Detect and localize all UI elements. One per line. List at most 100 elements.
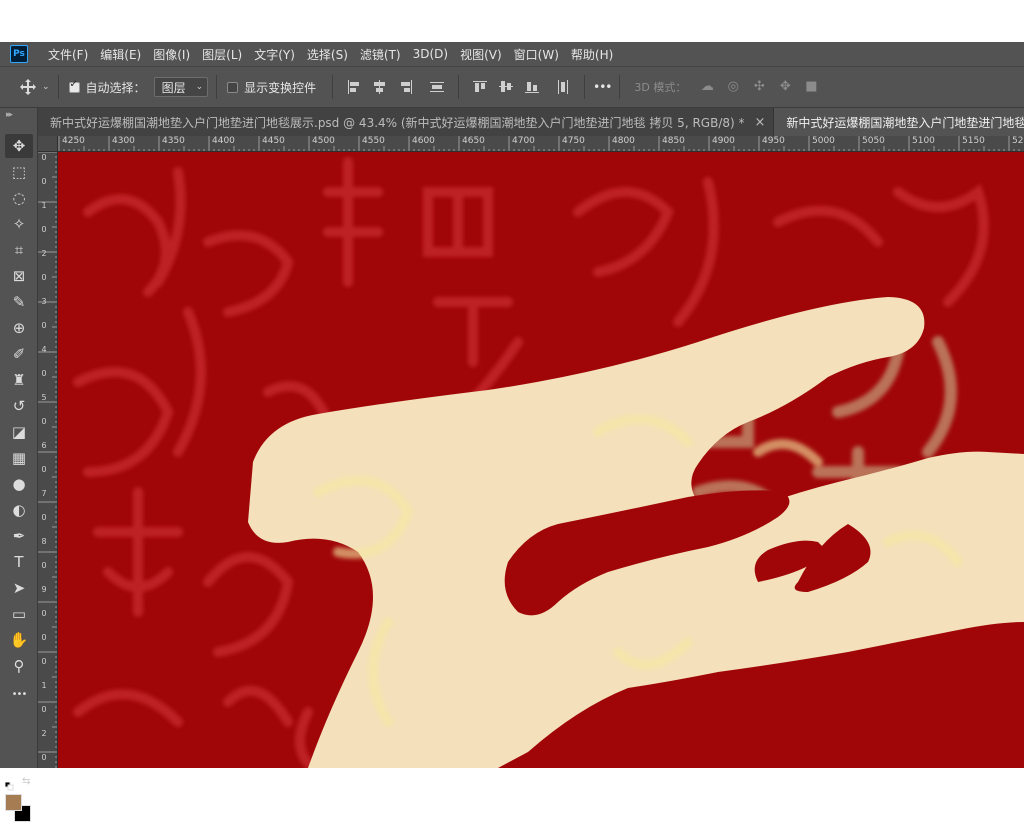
auto-select-target-value: 图层 bbox=[161, 80, 186, 95]
menu-edit[interactable]: 编辑(E) bbox=[100, 46, 141, 63]
eyedropper-tool[interactable]: ✎ bbox=[5, 290, 33, 314]
align-vertical-center-icon[interactable] bbox=[498, 79, 514, 95]
menu-help[interactable]: 帮助(H) bbox=[571, 46, 613, 63]
swap-colors-icon[interactable]: ⇆ bbox=[22, 776, 30, 787]
rectangle-tool[interactable]: ▭ bbox=[5, 602, 33, 626]
menu-file[interactable]: 文件(F) bbox=[48, 46, 88, 63]
ruler-tick-label: 4400 bbox=[212, 136, 235, 146]
photoshop-logo-icon[interactable]: Ps bbox=[10, 45, 28, 63]
document-tab-active[interactable]: 新中式好运爆棚国潮地垫入户门地垫进门地毯 bbox=[774, 108, 1024, 136]
auto-select-checkbox[interactable] bbox=[68, 79, 80, 93]
tab-title: 新中式好运爆棚国潮地垫入户门地垫进门地毯 bbox=[786, 115, 1024, 130]
ruler-tick-label: 5100 bbox=[912, 136, 935, 146]
menu-window[interactable]: 窗口(W) bbox=[514, 46, 559, 63]
align-bottom-icon[interactable] bbox=[524, 79, 540, 95]
ruler-origin[interactable] bbox=[38, 136, 58, 152]
ruler-tick-label: 7 bbox=[41, 489, 47, 498]
ruler-tick-label: 0 bbox=[41, 321, 47, 330]
gradient-tool[interactable]: ▦ bbox=[5, 446, 33, 470]
distribute-vertical-icon[interactable] bbox=[429, 79, 445, 95]
blur-icon: ● bbox=[12, 475, 26, 493]
ruler-tick-label: 0 bbox=[41, 465, 47, 474]
horizontal-ruler[interactable]: 4250 4300 4350 4400 4450 4500 4550 4600 4650 4700… bbox=[58, 136, 1024, 152]
ruler-tick-label: 0 bbox=[41, 513, 47, 522]
align-horizontal-center-icon[interactable] bbox=[372, 79, 388, 95]
crop-tool[interactable]: ⌗ bbox=[5, 238, 33, 262]
brush-tool[interactable]: ✐ bbox=[5, 342, 33, 366]
ruler-tick-label: 0 bbox=[41, 369, 47, 378]
auto-select-target-dropdown[interactable]: 图层 ⌄ bbox=[153, 77, 209, 97]
ruler-tick-label: 0 bbox=[41, 609, 47, 618]
hand-icon: ✋ bbox=[9, 631, 29, 649]
foreground-color-swatch[interactable] bbox=[5, 794, 22, 811]
magic-wand-tool[interactable]: ✧ bbox=[5, 212, 33, 236]
menu-3d[interactable]: 3D(D) bbox=[413, 47, 448, 61]
eraser-tool[interactable]: ◪ bbox=[5, 420, 33, 444]
align-top-icon[interactable] bbox=[472, 79, 488, 95]
clone-stamp-tool[interactable]: ♜ bbox=[5, 368, 33, 392]
lasso-tool[interactable]: ◌ bbox=[5, 186, 33, 210]
path-selection-tool[interactable]: ➤ bbox=[5, 576, 33, 600]
ruler-tick-label: 0 bbox=[41, 417, 47, 426]
move-icon[interactable] bbox=[20, 79, 36, 95]
ruler-tick-label: 6 bbox=[41, 441, 47, 450]
menu-image[interactable]: 图像(I) bbox=[153, 46, 190, 63]
ruler-tick-label: 3 bbox=[41, 297, 47, 306]
3d-drag-icon[interactable]: ✣ bbox=[750, 79, 768, 95]
menu-layer[interactable]: 图层(L) bbox=[202, 46, 242, 63]
separator bbox=[57, 75, 59, 99]
show-transform-checkbox[interactable] bbox=[227, 81, 239, 93]
ruler-tick-label: 4700 bbox=[512, 136, 535, 146]
menu-bar: Ps 文件(F) 编辑(E) 图像(I) 图层(L) 文字(Y) 选择(S) 滤… bbox=[0, 42, 1024, 66]
menu-view[interactable]: 视图(V) bbox=[460, 46, 502, 63]
ruler-tick-label: 0 bbox=[41, 561, 47, 570]
healing-brush-tool[interactable]: ⊕ bbox=[5, 316, 33, 340]
3d-slide-icon[interactable]: ✥ bbox=[776, 79, 794, 95]
pen-tool[interactable]: ✒ bbox=[5, 524, 33, 548]
marquee-tool[interactable]: ⬚ bbox=[5, 160, 33, 184]
type-tool[interactable]: T bbox=[5, 550, 33, 574]
frame-tool[interactable]: ⊠ bbox=[5, 264, 33, 288]
ruler-tick-label: 0 bbox=[41, 177, 47, 186]
zoom-icon: ⚲ bbox=[13, 657, 25, 675]
blur-tool[interactable]: ● bbox=[5, 472, 33, 496]
ruler-tick-label: 0 bbox=[41, 225, 47, 234]
align-right-icon[interactable] bbox=[398, 79, 414, 95]
3d-mode-label: 3D 模式： bbox=[634, 81, 687, 94]
separator bbox=[332, 75, 334, 99]
distribute-horizontal-icon[interactable] bbox=[555, 79, 571, 95]
hand-tool[interactable]: ✋ bbox=[5, 628, 33, 652]
zoom-tool[interactable]: ⚲ bbox=[5, 654, 33, 678]
default-colors-icon[interactable] bbox=[4, 776, 14, 791]
ruler-tick-label: 4550 bbox=[362, 136, 385, 146]
history-brush-tool[interactable]: ↺ bbox=[5, 394, 33, 418]
document-canvas[interactable] bbox=[58, 152, 1024, 768]
align-left-icon[interactable] bbox=[346, 79, 362, 95]
document-tab[interactable]: 新中式好运爆棚国潮地垫入户门地垫进门地毯展示.psd @ 43.4% (新中式好… bbox=[38, 108, 775, 136]
3d-roll-icon[interactable]: ◎ bbox=[724, 79, 742, 95]
vertical-ruler[interactable]: 0 0 1 0 2 0 3 0 4 0 5 0 6 0 7 0 8 0 9 0 0 0 1 0 2 0 bbox=[38, 152, 58, 768]
menu-type[interactable]: 文字(Y) bbox=[254, 46, 295, 63]
ruler-tick-label: 4750 bbox=[562, 136, 585, 146]
ruler-tick-label: 0 bbox=[41, 153, 47, 162]
ruler-tick-label: 2 bbox=[41, 249, 47, 258]
3d-orbit-icon[interactable]: ☁ bbox=[698, 79, 716, 95]
3d-scale-icon[interactable]: ■ bbox=[802, 79, 820, 95]
move-tool[interactable]: ✥ bbox=[5, 134, 33, 158]
close-icon[interactable]: × bbox=[755, 115, 766, 130]
dodge-tool[interactable]: ◐ bbox=[5, 498, 33, 522]
clone-stamp-icon: ♜ bbox=[12, 371, 26, 389]
ruler-tick-label: 4 bbox=[41, 345, 47, 354]
lasso-icon: ◌ bbox=[12, 189, 26, 207]
menu-select[interactable]: 选择(S) bbox=[307, 46, 348, 63]
healing-brush-icon: ⊕ bbox=[12, 319, 26, 337]
tool-preset-chevron-icon[interactable]: ⌄ bbox=[42, 82, 50, 92]
ruler-tick-label: 4350 bbox=[162, 136, 185, 146]
ruler-tick-label: 5050 bbox=[862, 136, 885, 146]
more-tools[interactable]: ••• bbox=[5, 682, 33, 706]
menu-filter[interactable]: 滤镜(T) bbox=[360, 46, 401, 63]
collapse-panel-icon[interactable]: ▸▸ bbox=[6, 110, 13, 120]
ruler-tick-label: 4850 bbox=[662, 136, 685, 146]
more-options-button[interactable]: ••• bbox=[593, 80, 612, 94]
ruler-tick-label: 0 bbox=[41, 705, 47, 714]
